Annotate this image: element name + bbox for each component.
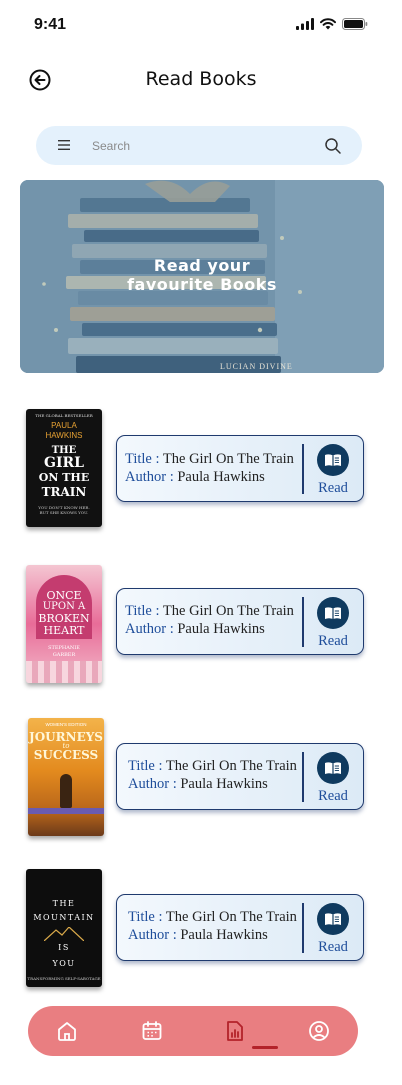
cover-top-text: THE GLOBAL BESTSELLER: [35, 413, 93, 418]
read-button[interactable]: [317, 752, 349, 784]
title-key: Title :: [125, 603, 160, 619]
read-button[interactable]: [317, 903, 349, 935]
header: Read Books: [0, 58, 402, 102]
page-title: Read Books: [145, 68, 257, 90]
cover-title-3: SUCCESS: [33, 748, 99, 762]
nav-profile[interactable]: [307, 1019, 331, 1043]
cover-author: PAULA HAWKINS: [45, 421, 83, 440]
read-label[interactable]: Read: [313, 939, 353, 956]
book-row: THE GLOBAL BESTSELLER PAULA HAWKINS THE …: [0, 409, 402, 529]
card-divider: [302, 903, 304, 953]
title-line: Title : The Girl On The Train: [128, 758, 297, 775]
open-book-icon: [325, 913, 341, 925]
nav-calendar[interactable]: [140, 1019, 164, 1043]
banner-spine-text: LUCIAN DIVINE: [220, 362, 293, 371]
banner-headline: Read your favourite Books: [20, 256, 384, 294]
cover-subtitle: TRANSFORMING SELF-SABOTAGE: [27, 976, 101, 981]
home-icon: [58, 1022, 76, 1041]
open-book-icon: [325, 454, 341, 466]
book-row: THE MOUNTAIN IS YOU TRANSFORMING SELF-SA…: [0, 869, 402, 989]
author-line: Author : Paula Hawkins: [128, 776, 268, 793]
card-divider: [302, 597, 304, 647]
book-cover[interactable]: THE MOUNTAIN IS YOU TRANSFORMING SELF-SA…: [26, 869, 102, 987]
cover-title-2: MOUNTAIN: [33, 913, 95, 922]
author-line: Author : Paula Hawkins: [128, 927, 268, 944]
title-key: Title :: [128, 909, 163, 925]
author-line: Author : Paula Hawkins: [125, 621, 265, 638]
cover-title-2: GIRL: [44, 455, 84, 471]
read-label[interactable]: Read: [313, 788, 353, 805]
title-line: Title : The Girl On The Train: [128, 909, 297, 926]
author-key: Author :: [128, 927, 177, 943]
book-cover[interactable]: ONCE UPON A BROKEN HEART STEPHANIE GARBE…: [26, 565, 102, 683]
cover-title-3: ON THE: [38, 471, 90, 484]
title-line: Title : The Girl On The Train: [125, 603, 294, 620]
author-line: Author : Paula Hawkins: [125, 469, 265, 486]
book-info-card[interactable]: Title : The Girl On The Train Author : P…: [116, 743, 364, 810]
book-author: Paula Hawkins: [180, 927, 268, 943]
book-title: The Girl On The Train: [165, 909, 297, 925]
banner-line-1: Read your: [153, 256, 251, 275]
cover-title-4: TRAIN: [41, 485, 87, 499]
book-title: The Girl On The Train: [162, 603, 294, 619]
author-key: Author :: [128, 776, 177, 792]
book-row: ONCE UPON A BROKEN HEART STEPHANIE GARBE…: [0, 565, 402, 685]
book-info-card[interactable]: Title : The Girl On The Train Author : P…: [116, 435, 364, 502]
nav-home[interactable]: [55, 1019, 79, 1043]
title-key: Title :: [125, 451, 160, 467]
menu-icon: [58, 140, 70, 150]
search-bar: [36, 126, 362, 165]
book-cover[interactable]: THE GLOBAL BESTSELLER PAULA HAWKINS THE …: [26, 409, 102, 527]
book-info-card[interactable]: Title : The Girl On The Train Author : P…: [116, 588, 364, 655]
read-label[interactable]: Read: [313, 633, 353, 650]
cover-title-3: IS: [58, 943, 70, 952]
card-divider: [302, 444, 304, 494]
bottom-nav: [28, 1006, 358, 1056]
book-title: The Girl On The Train: [162, 451, 294, 467]
book-author: Paula Hawkins: [177, 469, 265, 485]
mountain-icon: [44, 927, 84, 941]
report-icon: [227, 1021, 243, 1041]
book-title: The Girl On The Train: [165, 758, 297, 774]
author-key: Author :: [125, 621, 174, 637]
status-icons: [296, 18, 368, 30]
calendar-icon: [142, 1021, 162, 1040]
profile-icon: [309, 1021, 329, 1041]
search-icon: [325, 138, 341, 154]
menu-button[interactable]: [56, 138, 72, 152]
title-line: Title : The Girl On The Train: [125, 451, 294, 468]
cover-title-4: YOU: [52, 959, 76, 968]
cover-title-4: HEART: [43, 624, 85, 637]
book-author: Paula Hawkins: [177, 621, 265, 637]
cover-title-1: THE: [52, 899, 76, 908]
book-cover[interactable]: WOMEN'S EDITION JOURNEYS to SUCCESS: [28, 718, 104, 836]
cover-edition: WOMEN'S EDITION: [45, 722, 87, 727]
banner-line-2: favourite Books: [127, 275, 277, 294]
book-info-card[interactable]: Title : The Girl On The Train Author : P…: [116, 894, 364, 961]
cover-tagline: YOU DON'T KNOW HER. BUT SHE KNOWS YOU.: [38, 505, 90, 515]
book-row: WOMEN'S EDITION JOURNEYS to SUCCESS Titl…: [0, 718, 402, 838]
card-divider: [302, 752, 304, 802]
wifi-icon: [320, 18, 336, 30]
nav-reports[interactable]: [223, 1019, 247, 1043]
search-input[interactable]: [92, 126, 312, 165]
promo-banner[interactable]: LUCIAN DIVINE Read your favourite Books: [20, 180, 384, 373]
cellular-signal-icon: [296, 18, 314, 30]
open-book-icon: [325, 607, 341, 619]
cover-author: STEPHANIE GARBER: [48, 645, 80, 658]
read-button[interactable]: [317, 444, 349, 476]
status-bar: 9:41: [0, 0, 402, 50]
battery-icon: [342, 18, 368, 30]
read-label[interactable]: Read: [313, 480, 353, 497]
cover-title-2: UPON A: [42, 601, 86, 612]
nav-active-indicator: [252, 1046, 278, 1049]
search-button[interactable]: [324, 137, 342, 155]
status-time: 9:41: [34, 16, 67, 33]
open-book-icon: [325, 762, 341, 774]
book-author: Paula Hawkins: [180, 776, 268, 792]
title-key: Title :: [128, 758, 163, 774]
author-key: Author :: [125, 469, 174, 485]
read-button[interactable]: [317, 597, 349, 629]
